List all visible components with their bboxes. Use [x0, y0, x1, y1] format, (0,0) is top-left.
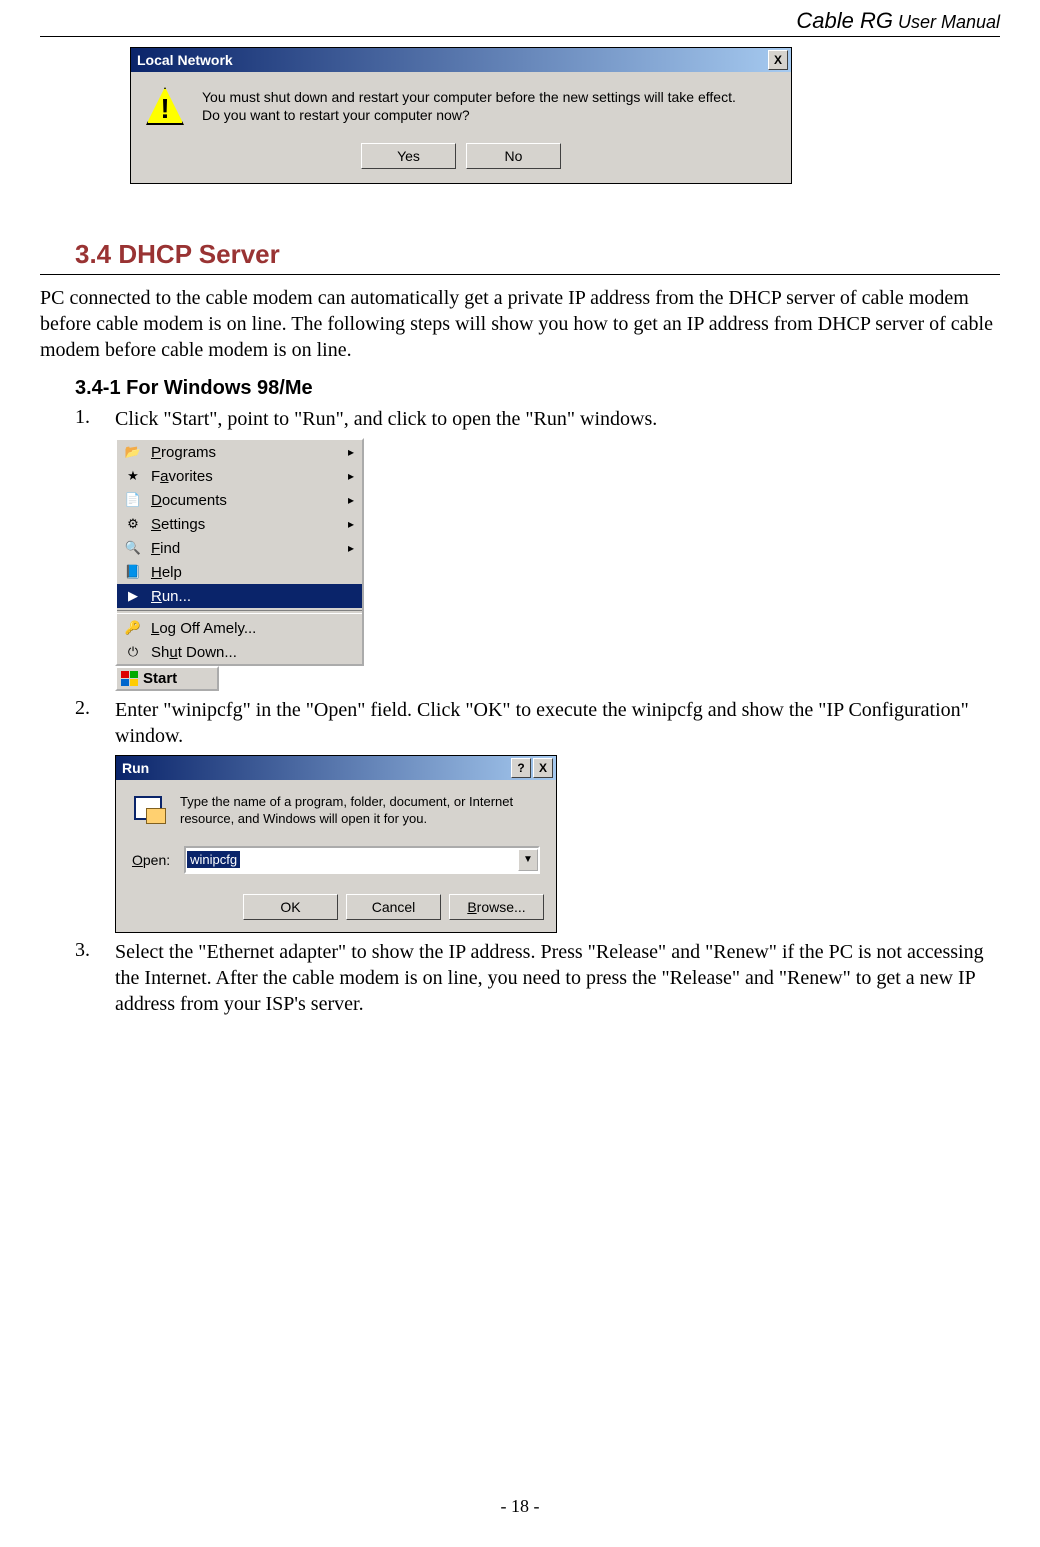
step-number: 2.: [75, 697, 115, 749]
page-footer: - 18 -: [0, 1496, 1040, 1517]
dialog-message: You must shut down and restart your comp…: [202, 87, 736, 125]
step-text: Click "Start", point to "Run", and click…: [115, 406, 1000, 432]
menu-item-icon: 🔍: [123, 539, 143, 557]
help-button[interactable]: ?: [511, 758, 531, 778]
step-text: Enter "winipcfg" in the "Open" field. Cl…: [115, 697, 1000, 749]
close-button[interactable]: X: [533, 758, 553, 778]
menu-item-label: Run...: [151, 588, 191, 605]
dialog-line1: You must shut down and restart your comp…: [202, 89, 736, 105]
menu-item-label: Favorites: [151, 468, 213, 485]
dialog-title: Local Network: [137, 52, 233, 68]
start-menu-item[interactable]: 🔍 Find: [117, 536, 362, 560]
run-dialog: Run ? X Type the name of a program, fold…: [115, 755, 557, 933]
step-text: Select the "Ethernet adapter" to show th…: [115, 939, 1000, 1017]
start-menu-item[interactable]: ⚙ Settings: [117, 512, 362, 536]
start-menu: 📂 Programs ★ Favorites 📄 Documents ⚙ Settings 🔍 F…: [115, 438, 364, 666]
menu-item-label: Shut Down...: [151, 644, 237, 661]
header-cable: Cable RG: [796, 8, 893, 33]
menu-item-label: Help: [151, 564, 182, 581]
open-value: winipcfg: [187, 851, 240, 868]
yes-button[interactable]: Yes: [361, 143, 456, 169]
menu-item-label: Find: [151, 540, 180, 557]
menu-item-label: Log Off Amely...: [151, 620, 256, 637]
menu-item-icon: 🔑: [123, 619, 143, 637]
no-button[interactable]: No: [466, 143, 561, 169]
start-menu-item[interactable]: ⏻ Shut Down...: [117, 640, 362, 664]
dialog-titlebar: Local Network X: [131, 48, 791, 72]
browse-button[interactable]: Browse...: [449, 894, 544, 920]
menu-item-label: Documents: [151, 492, 227, 509]
page-header: Cable RG User Manual: [40, 8, 1000, 37]
menu-item-label: Settings: [151, 516, 205, 533]
run-title: Run: [122, 760, 149, 776]
open-combobox[interactable]: winipcfg ▼: [184, 846, 540, 874]
menu-item-icon: 📂: [123, 443, 143, 461]
menu-item-icon: 📄: [123, 491, 143, 509]
run-description: Type the name of a program, folder, docu…: [180, 794, 540, 828]
section-rule: [40, 274, 1000, 275]
start-menu-item[interactable]: 📘 Help: [117, 560, 362, 584]
local-network-dialog: Local Network X ! You must shut down and…: [130, 47, 792, 184]
warning-icon: !: [146, 87, 184, 125]
start-button[interactable]: Start: [115, 666, 219, 691]
menu-item-icon: 📘: [123, 563, 143, 581]
section-paragraph: PC connected to the cable modem can auto…: [40, 285, 1000, 363]
start-menu-item[interactable]: 📂 Programs: [117, 440, 362, 464]
step-3: 3. Select the "Ethernet adapter" to show…: [75, 939, 1000, 1017]
section-heading: 3.4 DHCP Server: [75, 239, 1000, 270]
menu-item-icon: ⚙: [123, 515, 143, 533]
dropdown-arrow-icon[interactable]: ▼: [518, 849, 538, 871]
close-button[interactable]: X: [768, 50, 788, 70]
menu-item-icon: ▶: [123, 587, 143, 605]
menu-item-label: Programs: [151, 444, 216, 461]
step-number: 1.: [75, 406, 115, 432]
ok-button[interactable]: OK: [243, 894, 338, 920]
start-menu-item[interactable]: 📄 Documents: [117, 488, 362, 512]
step-number: 3.: [75, 939, 115, 1017]
start-menu-item[interactable]: ▶ Run...: [117, 584, 362, 608]
start-menu-item[interactable]: 🔑 Log Off Amely...: [117, 616, 362, 640]
windows-flag-icon: [121, 671, 139, 687]
run-titlebar: Run ? X: [116, 756, 556, 780]
cancel-button[interactable]: Cancel: [346, 894, 441, 920]
start-menu-item[interactable]: ★ Favorites: [117, 464, 362, 488]
run-icon: [132, 794, 166, 824]
open-label: Open:: [132, 852, 170, 868]
step-2: 2. Enter "winipcfg" in the "Open" field.…: [75, 697, 1000, 749]
menu-item-icon: ⏻: [123, 643, 143, 661]
menu-separator: [117, 610, 362, 614]
subsection-heading: 3.4-1 For Windows 98/Me: [75, 377, 1000, 400]
step-1: 1. Click "Start", point to "Run", and cl…: [75, 406, 1000, 432]
header-user: User Manual: [893, 12, 1000, 32]
menu-item-icon: ★: [123, 467, 143, 485]
start-label: Start: [143, 670, 177, 687]
dialog-line2: Do you want to restart your computer now…: [202, 107, 736, 123]
